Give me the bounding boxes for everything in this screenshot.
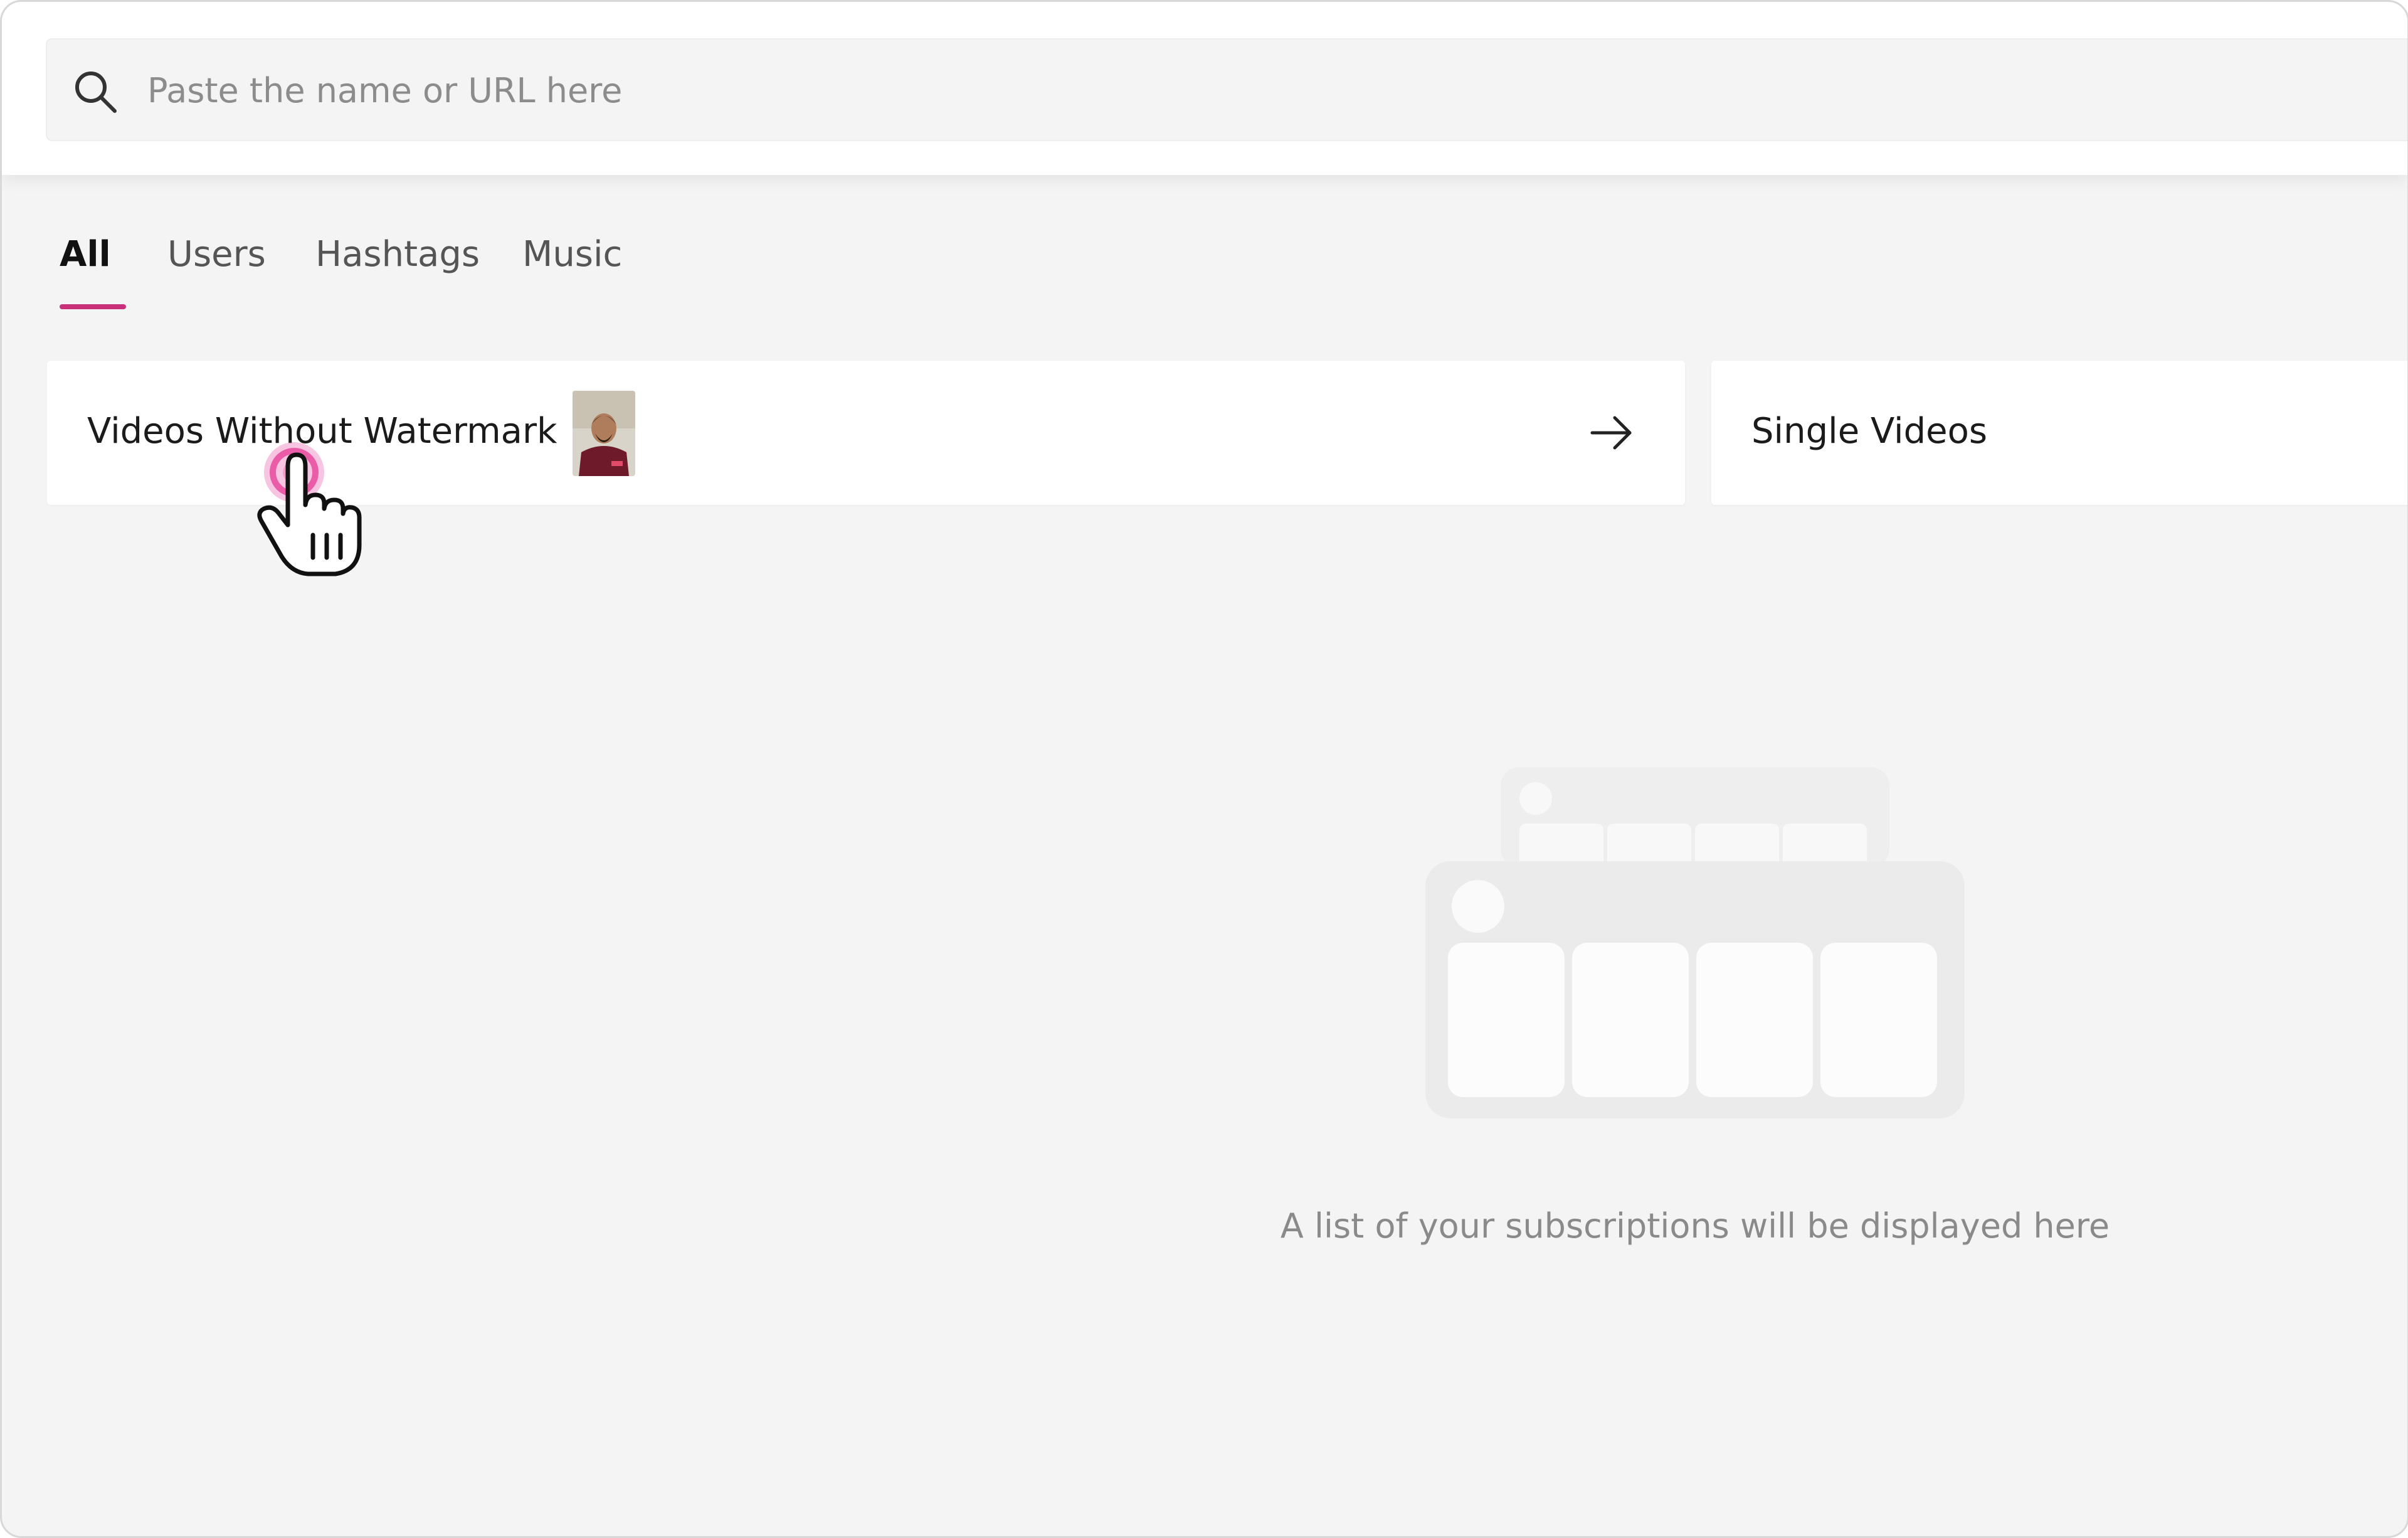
tab-music[interactable]: Music	[522, 234, 622, 275]
tab-all[interactable]: All	[60, 234, 126, 309]
app-window: All Users Hashtags Music Videos Without …	[0, 0, 2408, 1538]
videos-without-watermark-card[interactable]: Videos Without Watermark	[47, 361, 1685, 505]
card-title: Single Videos	[1751, 411, 1988, 452]
user-thumbnail	[573, 391, 635, 476]
search-header	[2, 2, 2407, 175]
empty-state-message: A list of your subscriptions will be dis…	[1280, 1206, 2110, 1246]
search-bar[interactable]	[46, 38, 2407, 141]
search-input[interactable]	[146, 58, 2281, 122]
tab-label: Music	[522, 234, 623, 275]
tab-label: All	[60, 234, 111, 275]
active-tab-indicator	[60, 304, 126, 309]
card-title: Videos Without Watermark	[87, 411, 557, 452]
search-icon	[75, 72, 117, 113]
single-videos-card[interactable]: Single Videos	[1711, 361, 2407, 505]
empty-subscriptions-illustration	[1425, 767, 1965, 1118]
tab-label: Users	[167, 234, 266, 275]
arrow-right-icon	[1590, 416, 1632, 450]
tab-label: Hashtags	[315, 234, 480, 275]
tab-hashtags[interactable]: Hashtags	[315, 234, 480, 275]
tab-users[interactable]: Users	[167, 234, 266, 275]
